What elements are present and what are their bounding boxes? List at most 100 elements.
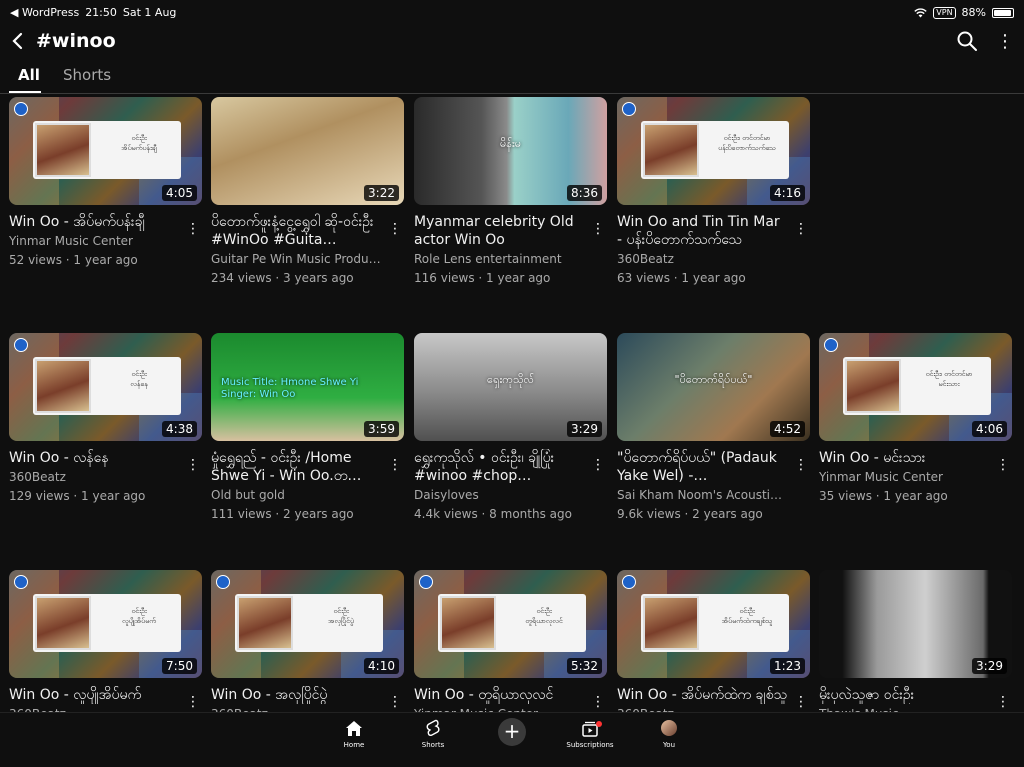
video-thumbnail[interactable]: ဝင်းဦး အိပ်မက်ပန်းချီ 4:05: [9, 97, 202, 205]
video-card[interactable]: ဝင်းဦး တူရိယာလုလင် 5:32 Win Oo - တူရိယာလုလ…: [414, 570, 607, 726]
video-thumbnail[interactable]: ဝင်းဦး၊ တင်တင်မာ ပန်းပိတောက်သက်သေ 4:16: [617, 97, 810, 205]
status-date: Sat 1 Aug: [122, 6, 177, 19]
video-title[interactable]: Win Oo - လန်နေ: [9, 449, 179, 467]
channel-name[interactable]: 360Beatz: [617, 252, 787, 266]
search-icon[interactable]: [956, 30, 980, 54]
thumbnail-text: ဝင်းဦး အိပ်မက်ပန်းချီ: [121, 134, 157, 152]
nav-you[interactable]: You: [639, 717, 699, 749]
video-menu-icon[interactable]: ⋮: [591, 694, 605, 710]
video-title[interactable]: ပိတောက်ဖူးနံ့ငွေ့ရွှေဝါ ဆို-ဝင်းဦး #WinO…: [211, 213, 381, 249]
thumbnail-text: ဝင်းဦး လန်နေ: [130, 370, 148, 388]
album-cover: [845, 359, 901, 413]
channel-name[interactable]: Sai Kham Noom's Acoustic…: [617, 488, 787, 502]
video-menu-icon[interactable]: ⋮: [388, 221, 402, 237]
video-card[interactable]: "ပိတောက်ရိပ်ပယ်" 4:52 "ပိတောက်ရိပ်ပယ်" (Pa…: [617, 333, 810, 521]
video-menu-icon[interactable]: ⋮: [186, 221, 200, 237]
video-menu-icon[interactable]: ⋮: [388, 457, 402, 473]
video-menu-icon[interactable]: ⋮: [591, 457, 605, 473]
video-thumbnail[interactable]: ဝင်းဦး အိပ်မက်ထဲကချစ်သူ 1:23: [617, 570, 810, 678]
video-card[interactable]: ဝင်းဦး အလှပြိုင်ပွဲ 4:10 Win Oo - အလှပြိုင…: [211, 570, 404, 726]
video-card[interactable]: ဝင်းဦး အိပ်မက်ပန်းချီ 4:05 Win Oo - အိပ်မက…: [9, 97, 202, 267]
video-thumbnail[interactable]: ဝင်းဦး တူရိယာလုလင် 5:32: [414, 570, 607, 678]
channel-name[interactable]: 360Beatz: [9, 470, 179, 484]
create-button[interactable]: +: [498, 718, 526, 746]
nav-shorts[interactable]: Shorts: [403, 717, 463, 749]
video-duration: 8:36: [567, 185, 602, 201]
album-cover: [35, 123, 91, 177]
video-meta: Myanmar celebrity Old actor Win Oo Role L…: [414, 213, 607, 285]
tab-shorts[interactable]: Shorts: [63, 66, 111, 84]
tab-all[interactable]: All: [18, 66, 40, 84]
video-card[interactable]: ဝင်းဦး၊ တင်တင်မာ ပန်းပိတောက်သက်သေ 4:16 Win…: [617, 97, 810, 285]
video-card[interactable]: Music Title: Hmone Shwe Yi Singer: Win O…: [211, 333, 404, 521]
video-card[interactable]: ဝင်းဦး လန်နေ 4:38 Win Oo - လန်နေ 360Beatz 12…: [9, 333, 202, 503]
channel-badge-icon: [622, 575, 636, 589]
video-thumbnail[interactable]: ဝင်းဦး အလှပြိုင်ပွဲ 4:10: [211, 570, 404, 678]
video-duration: 3:22: [364, 185, 399, 201]
nav-subscriptions[interactable]: Subscriptions: [560, 717, 620, 749]
video-thumbnail[interactable]: "ပိတောက်ရိပ်ပယ်" 4:52: [617, 333, 810, 441]
video-title[interactable]: Win Oo and Tin Tin Mar - ပန်းပိတောက်သက်သ…: [617, 213, 787, 249]
bottom-nav: Home Shorts + Subscriptions You: [0, 712, 1024, 767]
video-stats: 52 views · 1 year ago: [9, 253, 138, 267]
video-card[interactable]: ဝင်းဦး၊ တင်တင်မာ မင်းသား 4:06 Win Oo - မင်…: [819, 333, 1012, 503]
video-stats: 129 views · 1 year ago: [9, 489, 146, 503]
video-thumbnail[interactable]: ဝင်းဦး လန်နေ 4:38: [9, 333, 202, 441]
channel-name[interactable]: Yinmar Music Center: [819, 470, 989, 484]
album-cover: [643, 123, 699, 177]
video-title[interactable]: Win Oo - တူရိယာလုလင်: [414, 686, 584, 704]
nav-home[interactable]: Home: [324, 717, 384, 749]
video-stats: 234 views · 3 years ago: [211, 271, 354, 285]
video-card[interactable]: ရှေးကုသိုလ် 3:29 ရွှေးကုသိုလ် • ဝင်းဦး၊ ချ…: [414, 333, 607, 521]
video-menu-icon[interactable]: ⋮: [794, 457, 808, 473]
video-thumbnail[interactable]: ဝင်းဦး၊ တင်တင်မာ မင်းသား 4:06: [819, 333, 1012, 441]
channel-badge-icon: [14, 102, 28, 116]
status-bar: ◀ WordPress 21:50 Sat 1 Aug VPN 88%: [0, 0, 1024, 24]
video-card[interactable]: ဝင်းဦး အိပ်မက်ထဲကချစ်သူ 1:23 Win Oo - အိပ်…: [617, 570, 810, 726]
video-title[interactable]: Win Oo - လူပျိုအိပ်မက်: [9, 686, 179, 704]
video-duration: 4:16: [770, 185, 805, 201]
channel-name[interactable]: Role Lens entertainment: [414, 252, 584, 266]
video-card[interactable]: 3:22 ပိတောက်ဖူးနံ့ငွေ့ရွှေဝါ ဆို-ဝင်းဦး #…: [211, 97, 404, 285]
video-thumbnail[interactable]: 3:22: [211, 97, 404, 205]
video-card[interactable]: ဝင်းဦး လူပျိုအိပ်မက် 7:50 Win Oo - လူပျိုအ…: [9, 570, 202, 726]
video-menu-icon[interactable]: ⋮: [794, 694, 808, 710]
video-thumbnail[interactable]: 3:29: [819, 570, 1012, 678]
video-duration: 4:52: [770, 421, 805, 437]
more-options-icon[interactable]: ⋮: [996, 30, 1014, 54]
video-thumbnail[interactable]: မိန်းမ 8:36: [414, 97, 607, 205]
channel-name[interactable]: Guitar Pe Win Music Produc…: [211, 252, 381, 266]
video-menu-icon[interactable]: ⋮: [794, 221, 808, 237]
video-menu-icon[interactable]: ⋮: [996, 694, 1010, 710]
back-arrow-icon[interactable]: [6, 26, 30, 56]
video-stats: 35 views · 1 year ago: [819, 489, 948, 503]
video-card[interactable]: မိန်းမ 8:36 Myanmar celebrity Old actor Wi…: [414, 97, 607, 285]
video-title[interactable]: ရွှေးကုသိုလ် • ဝင်းဦး၊ ချိုပြုံး #winoo …: [414, 449, 584, 485]
video-thumbnail[interactable]: ဝင်းဦး လူပျိုအိပ်မက် 7:50: [9, 570, 202, 678]
video-menu-icon[interactable]: ⋮: [591, 221, 605, 237]
video-title[interactable]: Win Oo - အလှပြိုင်ပွဲ: [211, 686, 381, 704]
video-stats: 116 views · 1 year ago: [414, 271, 551, 285]
video-menu-icon[interactable]: ⋮: [388, 694, 402, 710]
channel-name[interactable]: Yinmar Music Center: [9, 234, 179, 248]
channel-name[interactable]: Daisyloves: [414, 488, 584, 502]
video-thumbnail[interactable]: Music Title: Hmone Shwe Yi Singer: Win O…: [211, 333, 404, 441]
video-title[interactable]: "ပိတောက်ရိပ်ပယ်" (Padauk Yake Wel) -…: [617, 449, 787, 485]
video-menu-icon[interactable]: ⋮: [186, 457, 200, 473]
video-thumbnail[interactable]: ရှေးကုသိုလ် 3:29: [414, 333, 607, 441]
video-title[interactable]: Win Oo - အိပ်မက်ထဲက ချစ်သူ: [617, 686, 787, 704]
top-header: #winoo ⋮: [0, 26, 1024, 58]
video-title[interactable]: မိုးပုလဲသူဇာ ဝင်းဦး: [819, 686, 989, 704]
battery-icon: [992, 7, 1014, 18]
thumbnail-text: ဝင်းဦး၊ တင်တင်မာ မင်းသား: [925, 370, 973, 388]
page-title: #winoo: [36, 30, 116, 52]
video-menu-icon[interactable]: ⋮: [186, 694, 200, 710]
video-menu-icon[interactable]: ⋮: [996, 457, 1010, 473]
video-title[interactable]: Myanmar celebrity Old actor Win Oo: [414, 213, 584, 249]
video-title[interactable]: Win Oo - မင်းသား: [819, 449, 989, 467]
video-title[interactable]: မှုံရွှေရည် - ဝင်းဦး /Home Shwe Yi - Win…: [211, 449, 381, 485]
back-to-app-link[interactable]: ◀ WordPress: [10, 6, 79, 19]
video-card[interactable]: 3:29မိုးပုလဲသူဇာ ဝင်းဦးThaw's Music⋮: [819, 570, 1012, 726]
channel-name[interactable]: Old but gold: [211, 488, 381, 502]
video-title[interactable]: Win Oo - အိပ်မက်ပန်းချီ: [9, 213, 179, 231]
